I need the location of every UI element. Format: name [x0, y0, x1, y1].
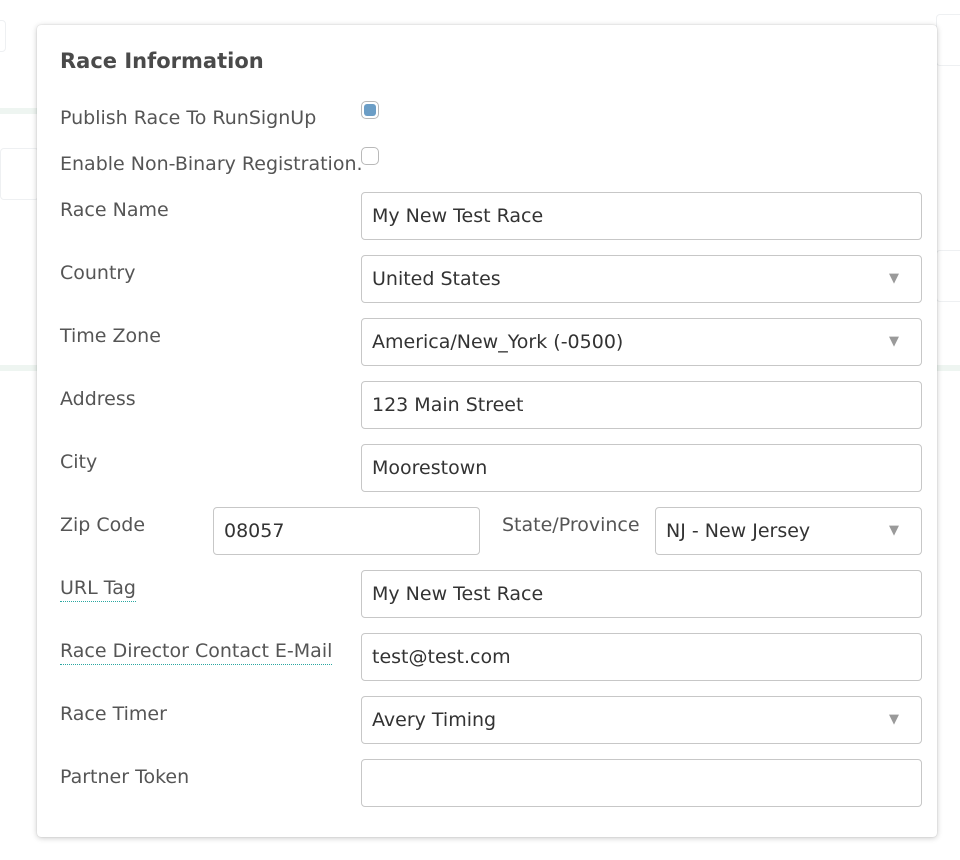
time-zone-value: America/New_York (-0500) [372, 331, 624, 353]
publish-race-label: Publish Race To RunSignUp [60, 107, 317, 129]
zip-code-label: Zip Code [60, 514, 146, 536]
background-panel [936, 250, 960, 302]
zip-code-input[interactable]: 08057 [213, 507, 480, 555]
race-timer-select[interactable]: Avery Timing ▼ [361, 696, 922, 744]
publish-race-checkbox[interactable] [361, 101, 379, 119]
url-tag-input[interactable]: My New Test Race [361, 570, 922, 618]
background-divider [936, 365, 960, 371]
race-timer-value: Avery Timing [372, 709, 497, 731]
race-name-label: Race Name [60, 199, 169, 221]
time-zone-select[interactable]: America/New_York (-0500) ▼ [361, 318, 922, 366]
state-province-label: State/Province [502, 514, 640, 536]
country-value: United States [372, 268, 501, 290]
chevron-down-icon: ▼ [889, 712, 899, 727]
chevron-down-icon: ▼ [889, 271, 899, 286]
nonbinary-registration-checkbox[interactable] [361, 147, 379, 165]
background-divider [0, 365, 40, 371]
country-select[interactable]: United States ▼ [361, 255, 922, 303]
time-zone-label: Time Zone [60, 325, 161, 347]
state-province-select[interactable]: NJ - New Jersey ▼ [655, 507, 922, 555]
address-input[interactable]: 123 Main Street [361, 381, 922, 429]
city-input[interactable]: Moorestown [361, 444, 922, 492]
modal-title: Race Information [60, 49, 264, 73]
background-panel [936, 14, 960, 66]
race-director-email-input[interactable]: test@test.com [361, 633, 922, 681]
race-information-modal: Race Information Publish Race To RunSign… [37, 25, 937, 837]
race-director-email-label[interactable]: Race Director Contact E-Mail [60, 639, 333, 665]
race-timer-label: Race Timer [60, 703, 167, 725]
nonbinary-registration-label: Enable Non-Binary Registration. [60, 153, 363, 175]
partner-token-label: Partner Token [60, 766, 190, 788]
address-label: Address [60, 388, 136, 410]
background-panel [0, 20, 6, 52]
chevron-down-icon: ▼ [889, 334, 899, 349]
state-province-value: NJ - New Jersey [666, 520, 811, 542]
race-name-input[interactable]: My New Test Race [361, 192, 922, 240]
background-panel [0, 148, 39, 200]
background-divider [0, 108, 40, 114]
city-label: City [60, 451, 98, 473]
chevron-down-icon: ▼ [889, 523, 899, 538]
partner-token-input[interactable] [361, 759, 922, 807]
country-label: Country [60, 262, 136, 284]
url-tag-label[interactable]: URL Tag [60, 576, 136, 602]
